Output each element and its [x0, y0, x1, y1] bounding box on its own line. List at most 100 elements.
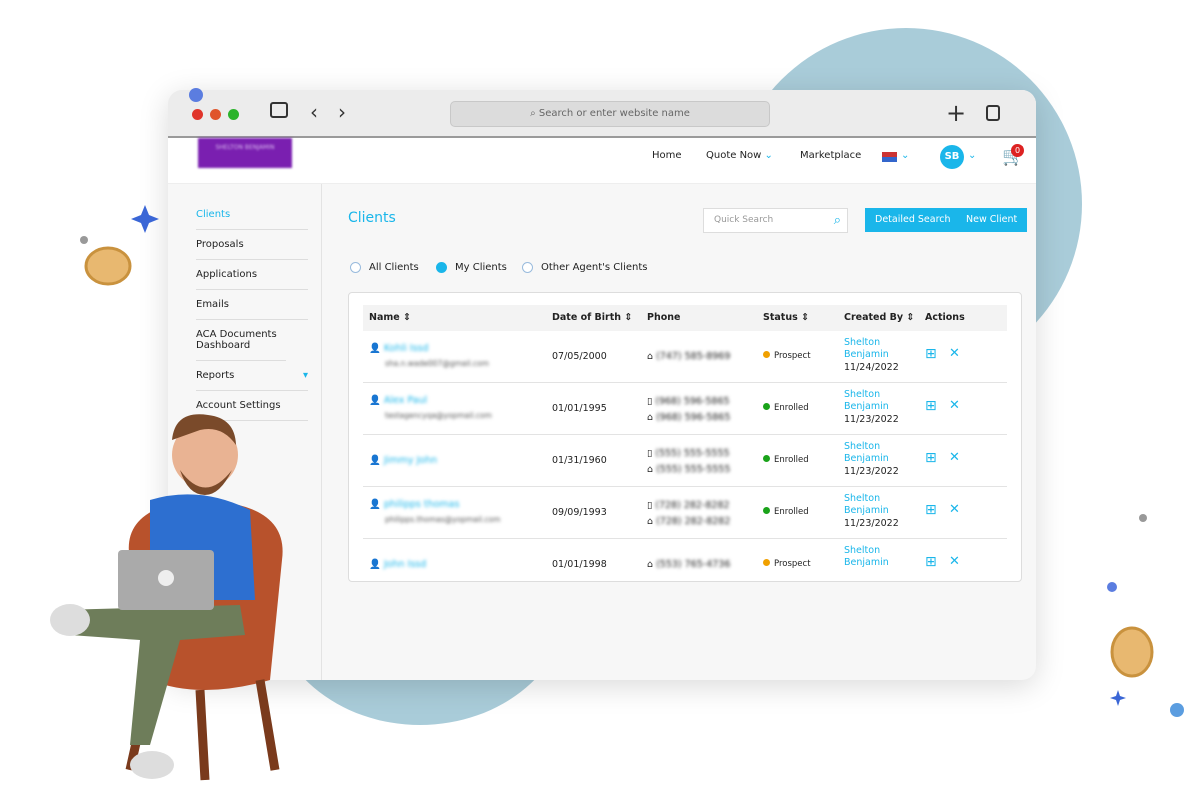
- top-nav: SHELTON BENJAMIN Home Quote Now ⌄ Market…: [168, 138, 1036, 184]
- phone-number: (728) 282-8282: [655, 500, 730, 511]
- phone-number: (968) 596-5865: [655, 396, 730, 407]
- sidebar-item-clients[interactable]: Clients: [196, 200, 308, 230]
- filter-label: My Clients: [455, 262, 507, 273]
- nav-quote-now[interactable]: Quote Now ⌄: [706, 150, 773, 161]
- creator-link[interactable]: Shelton Benjamin: [844, 441, 904, 465]
- header-created-by[interactable]: Created By ⇕: [844, 312, 914, 323]
- chevron-down-icon[interactable]: ⌄: [968, 150, 976, 161]
- close-icon[interactable]: ✕: [949, 346, 960, 361]
- phone-number: (553) 765-4736: [656, 559, 731, 570]
- logo[interactable]: SHELTON BENJAMIN: [198, 138, 292, 168]
- home-icon: ⌂: [647, 516, 654, 527]
- close-icon[interactable]: ✕: [949, 554, 960, 569]
- table-row[interactable]: 👤 philipps thomas philipps.thomas@yopmai…: [363, 487, 1007, 539]
- forward-icon[interactable]: ›: [338, 100, 346, 124]
- client-name-link[interactable]: 👤 John Issd: [369, 559, 426, 570]
- main-content: Clients Quick Search ⌕ Detailed Search Ne…: [322, 184, 1036, 680]
- add-icon[interactable]: ⊞: [925, 346, 937, 362]
- status-badge: Prospect: [763, 559, 811, 569]
- filter-label: Other Agent's Clients: [541, 262, 648, 273]
- phone-number: (968) 596-5865: [656, 412, 731, 423]
- sidebar-toggle-icon[interactable]: [270, 102, 288, 118]
- back-icon[interactable]: ‹: [310, 100, 318, 124]
- add-icon[interactable]: ⊞: [925, 554, 937, 570]
- status-dot: [763, 351, 770, 358]
- phone-number: (555) 555-5555: [655, 448, 730, 459]
- detailed-search-button[interactable]: Detailed Search: [865, 208, 961, 232]
- radio-icon: [436, 262, 447, 273]
- client-name-link[interactable]: 👤 Alex Paul: [369, 395, 427, 406]
- status-badge: Prospect: [763, 351, 811, 361]
- sidebar-item-proposals[interactable]: Proposals: [196, 230, 308, 260]
- home-icon: ⌂: [647, 464, 654, 475]
- add-icon[interactable]: ⊞: [925, 502, 937, 518]
- close-dot[interactable]: [192, 109, 203, 120]
- close-icon[interactable]: ✕: [949, 502, 960, 517]
- close-icon[interactable]: ✕: [949, 398, 960, 413]
- client-name-link[interactable]: 👤 Jimmy John: [369, 455, 437, 466]
- phone-entry: ▯ (728) 282-8282: [647, 500, 730, 511]
- nav-marketplace[interactable]: Marketplace: [800, 150, 861, 161]
- dob: 01/31/1960: [552, 455, 607, 466]
- dob: 07/05/2000: [552, 351, 607, 362]
- sidebar-item-account-settings[interactable]: Account Settings: [196, 391, 308, 421]
- sparkle-icon: [131, 205, 159, 233]
- decor-dot: [1170, 703, 1184, 717]
- address-bar[interactable]: ⌕ Search or enter website name: [450, 101, 770, 127]
- close-icon[interactable]: ✕: [949, 450, 960, 465]
- sidebar-item-applications[interactable]: Applications: [196, 260, 308, 290]
- chevron-down-icon: ⌄: [901, 150, 910, 161]
- phone-number: (728) 282-8282: [656, 516, 731, 527]
- search-icon[interactable]: ⌕: [834, 209, 841, 232]
- decor-dot: [1139, 514, 1147, 522]
- coin-icon: [84, 246, 132, 286]
- dob: 01/01/1995: [552, 403, 607, 414]
- status-dot: [763, 403, 770, 410]
- minimize-dot[interactable]: [210, 109, 221, 120]
- header-phone: Phone: [647, 312, 681, 323]
- creator-link[interactable]: Shelton Benjamin: [844, 493, 904, 517]
- sidebar-item-reports[interactable]: Reports ▾: [196, 361, 308, 391]
- nav-home[interactable]: Home: [652, 150, 682, 161]
- table-row[interactable]: 👤 Alex Paul testagencyqa@yopmail.com 01/…: [363, 383, 1007, 435]
- us-flag-icon[interactable]: [882, 152, 897, 162]
- created-date: 11/23/2022: [844, 466, 899, 477]
- header-dob[interactable]: Date of Birth ⇕: [552, 312, 632, 323]
- table-row[interactable]: 👤 Kohli Issd sha.n.wade007@gmail.com 07/…: [363, 331, 1007, 383]
- creator-link[interactable]: Shelton Benjamin: [844, 337, 904, 361]
- sidebar-item-emails[interactable]: Emails: [196, 290, 308, 320]
- table-row[interactable]: 👤 John Issd 01/01/1998 ⌂ (553) 765-4736 P…: [363, 539, 1007, 581]
- new-tab-icon[interactable]: +: [946, 99, 966, 127]
- filter-other-agents[interactable]: Other Agent's Clients: [522, 262, 647, 273]
- tabs-icon[interactable]: [986, 105, 1000, 121]
- phone-entry: ⌂ (553) 765-4736: [647, 559, 730, 570]
- client-name-link[interactable]: 👤 Kohli Issd: [369, 343, 429, 354]
- user-icon: 👤: [369, 559, 381, 570]
- client-email: philipps.thomas@yopmail.com: [385, 515, 501, 524]
- phone-entry: ⌂ (728) 282-8282: [647, 516, 730, 527]
- header-name[interactable]: Name ⇕: [369, 312, 411, 323]
- decor-dot: [1107, 582, 1117, 592]
- phone-number: (747) 585-8969: [656, 351, 731, 362]
- coin-icon: [1110, 626, 1154, 678]
- home-icon: ⌂: [647, 412, 654, 423]
- maximize-dot[interactable]: [228, 109, 239, 120]
- header-status[interactable]: Status ⇕: [763, 312, 809, 323]
- creator-link[interactable]: Shelton Benjamin: [844, 545, 904, 569]
- table-row[interactable]: 👤 Jimmy John 01/31/1960 ▯ (555) 555-5555 ⌂…: [363, 435, 1007, 487]
- new-client-button[interactable]: New Client: [956, 208, 1028, 232]
- home-icon: ⌂: [647, 559, 654, 570]
- avatar[interactable]: SB: [940, 145, 964, 169]
- quick-search-input[interactable]: Quick Search ⌕: [703, 208, 848, 233]
- filter-my-clients[interactable]: My Clients: [436, 262, 507, 273]
- browser-chrome: ‹ › ⌕ Search or enter website name +: [168, 90, 1036, 138]
- filter-all-clients[interactable]: All Clients: [350, 262, 419, 273]
- creator-link[interactable]: Shelton Benjamin: [844, 389, 904, 413]
- add-icon[interactable]: ⊞: [925, 398, 937, 414]
- page-title: Clients: [348, 210, 396, 226]
- cart-badge: 0: [1011, 144, 1024, 157]
- client-email: sha.n.wade007@gmail.com: [385, 359, 489, 368]
- sidebar-item-aca-documents[interactable]: ACA Documents Dashboard: [196, 320, 286, 361]
- client-name-link[interactable]: 👤 philipps thomas: [369, 499, 459, 510]
- add-icon[interactable]: ⊞: [925, 450, 937, 466]
